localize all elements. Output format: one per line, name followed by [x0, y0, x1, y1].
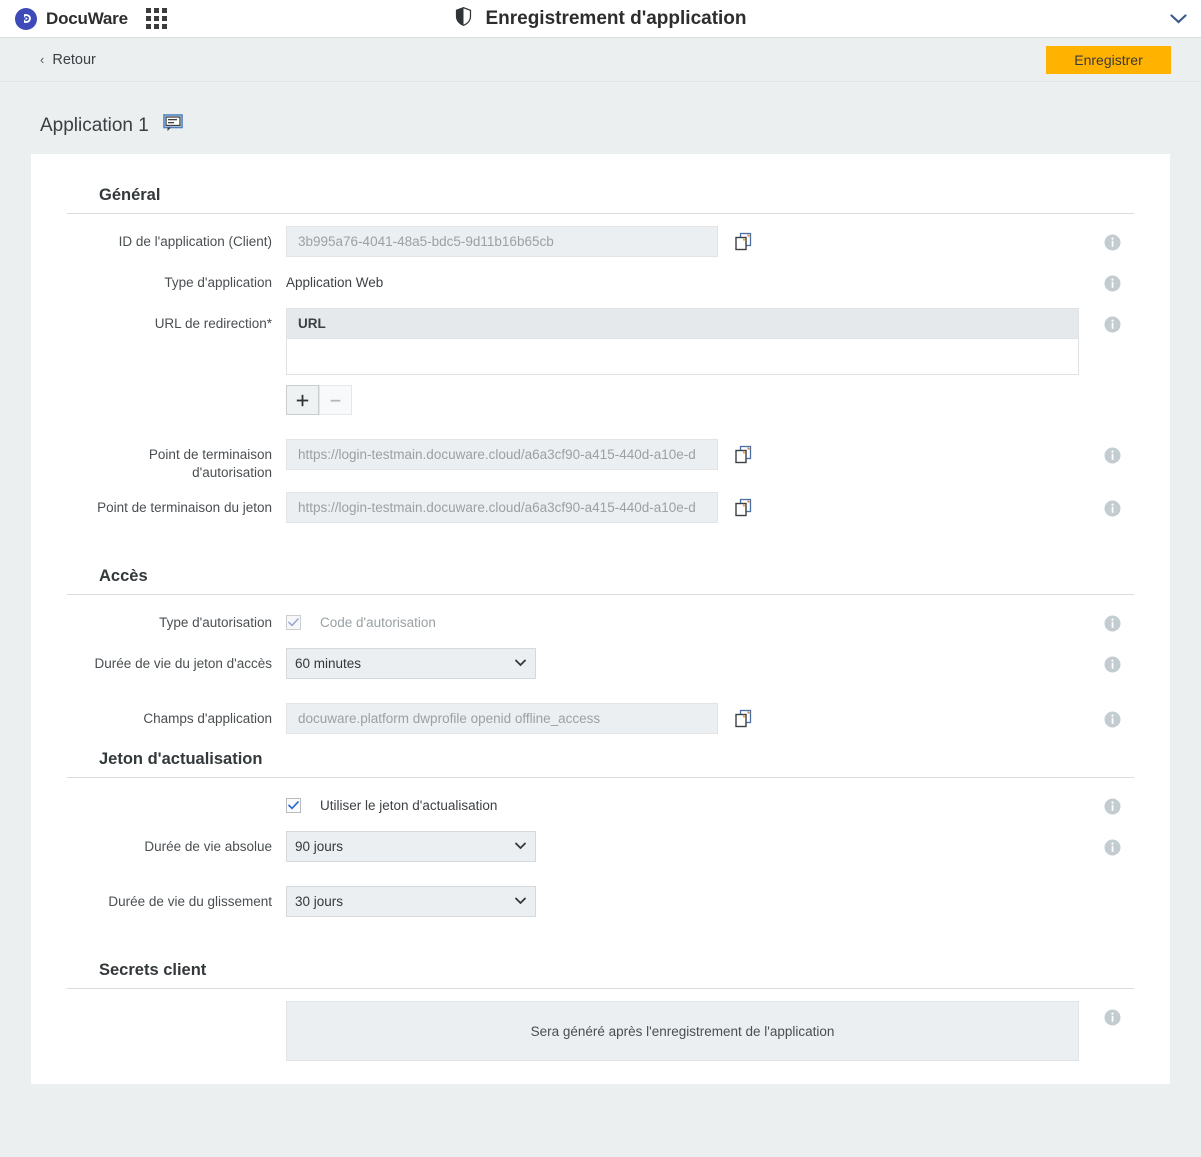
- back-button[interactable]: ‹ Retour: [40, 52, 96, 68]
- section-divider: [67, 213, 1134, 214]
- section-heading-access: Accès: [67, 561, 1134, 594]
- sub-toolbar: ‹ Retour Enregistrer: [0, 38, 1201, 82]
- field-sliding-lifetime: Durée de vie du glissement 30 jours: [67, 886, 1134, 917]
- copy-icon[interactable]: [734, 703, 753, 729]
- top-bar: DocuWare Enregistrement d'application: [0, 0, 1201, 38]
- page-title: Enregistrement d'application: [485, 8, 746, 30]
- copy-icon[interactable]: [734, 226, 753, 252]
- copy-icon[interactable]: [734, 492, 753, 518]
- section-divider: [67, 777, 1134, 778]
- docuware-logo-icon: [15, 8, 37, 30]
- remove-url-button[interactable]: [319, 385, 352, 415]
- copy-icon[interactable]: [734, 439, 753, 465]
- access-token-lifetime-select[interactable]: 60 minutes: [286, 648, 536, 679]
- field-client-id: ID de l'application (Client) 3b995a76-40…: [67, 226, 1134, 257]
- use-refresh-token-label: Utiliser le jeton d'actualisation: [320, 798, 497, 813]
- field-label: Champs d'application: [67, 703, 272, 728]
- grant-type-checkbox: [286, 615, 301, 630]
- field-label: Durée de vie du jeton d'accès: [67, 648, 272, 673]
- page-title-group: Enregistrement d'application: [0, 6, 1201, 32]
- field-auth-endpoint: Point de terminaison d'autorisation http…: [67, 439, 1134, 482]
- redirect-url-table: URL: [286, 308, 1079, 375]
- back-button-label: Retour: [52, 52, 96, 68]
- application-name: Application 1: [40, 115, 149, 137]
- grant-type-label: Code d'autorisation: [320, 615, 436, 630]
- brand-name: DocuWare: [46, 9, 128, 29]
- field-client-secret: Sera généré après l'enregistrement de l'…: [67, 1001, 1134, 1061]
- info-icon[interactable]: [1104, 798, 1121, 815]
- token-endpoint-input[interactable]: https://login-testmain.docuware.cloud/a6…: [286, 492, 718, 523]
- section-heading-general: Général: [67, 180, 1134, 213]
- info-icon[interactable]: [1104, 656, 1121, 673]
- table-row[interactable]: [286, 339, 1079, 375]
- add-url-button[interactable]: [286, 385, 319, 415]
- field-token-endpoint: Point de terminaison du jeton https://lo…: [67, 492, 1134, 523]
- auth-endpoint-input[interactable]: https://login-testmain.docuware.cloud/a6…: [286, 439, 718, 470]
- info-icon[interactable]: [1104, 839, 1121, 856]
- brand: DocuWare: [15, 8, 128, 30]
- info-icon[interactable]: [1104, 1009, 1121, 1026]
- field-use-refresh-token: Utiliser le jeton d'actualisation: [67, 790, 1134, 821]
- section-heading-client-secrets: Secrets client: [67, 955, 1134, 988]
- save-button[interactable]: Enregistrer: [1046, 46, 1171, 74]
- chevron-down-icon[interactable]: [1170, 13, 1187, 24]
- field-absolute-lifetime: Durée de vie absolue 90 jours: [67, 831, 1134, 862]
- page-body: Application 1 Général ID de l'applicatio…: [0, 82, 1201, 1156]
- field-app-type: Type d'application Application Web: [67, 267, 1134, 298]
- apps-grid-icon[interactable]: [146, 8, 167, 29]
- section-heading-refresh-token: Jeton d'actualisation: [67, 744, 1134, 777]
- info-icon[interactable]: [1104, 711, 1121, 728]
- field-label: Type d'application: [67, 267, 272, 292]
- app-type-value: Application Web: [286, 267, 1134, 298]
- info-icon[interactable]: [1104, 500, 1121, 517]
- shield-icon: [454, 6, 473, 32]
- field-label: Durée de vie du glissement: [67, 886, 272, 911]
- chevron-left-icon: ‹: [40, 53, 44, 66]
- info-icon[interactable]: [1104, 234, 1121, 251]
- field-label: [67, 1001, 272, 1008]
- field-label: Durée de vie absolue: [67, 831, 272, 856]
- field-label: [67, 790, 272, 797]
- info-icon[interactable]: [1104, 275, 1121, 292]
- application-title-row: Application 1: [31, 82, 1170, 154]
- info-icon[interactable]: [1104, 316, 1121, 333]
- info-icon[interactable]: [1104, 447, 1121, 464]
- row-actions: [286, 385, 1134, 415]
- field-access-token-lifetime: Durée de vie du jeton d'accès 60 minutes: [67, 648, 1134, 679]
- table-column-header-url: URL: [286, 308, 1079, 339]
- form-card: Général ID de l'application (Client) 3b9…: [31, 154, 1170, 1084]
- field-label: URL de redirection*: [67, 308, 272, 333]
- comment-icon[interactable]: [163, 114, 183, 137]
- field-redirect-urls: URL de redirection* URL: [67, 308, 1134, 415]
- field-label: Point de terminaison d'autorisation: [67, 439, 272, 482]
- client-id-input[interactable]: 3b995a76-4041-48a5-bdc5-9d11b16b65cb: [286, 226, 718, 257]
- client-secret-placeholder: Sera généré après l'enregistrement de l'…: [286, 1001, 1079, 1061]
- field-label: ID de l'application (Client): [67, 226, 272, 251]
- field-grant-type: Type d'autorisation Code d'autorisation: [67, 607, 1134, 638]
- section-divider: [67, 988, 1134, 989]
- field-label: Type d'autorisation: [67, 607, 272, 632]
- sliding-lifetime-select[interactable]: 30 jours: [286, 886, 536, 917]
- field-label: Point de terminaison du jeton: [67, 492, 272, 517]
- field-scopes: Champs d'application docuware.platform d…: [67, 703, 1134, 734]
- info-icon[interactable]: [1104, 615, 1121, 632]
- scopes-input[interactable]: docuware.platform dwprofile openid offli…: [286, 703, 718, 734]
- absolute-lifetime-select[interactable]: 90 jours: [286, 831, 536, 862]
- use-refresh-token-checkbox[interactable]: [286, 798, 301, 813]
- section-divider: [67, 594, 1134, 595]
